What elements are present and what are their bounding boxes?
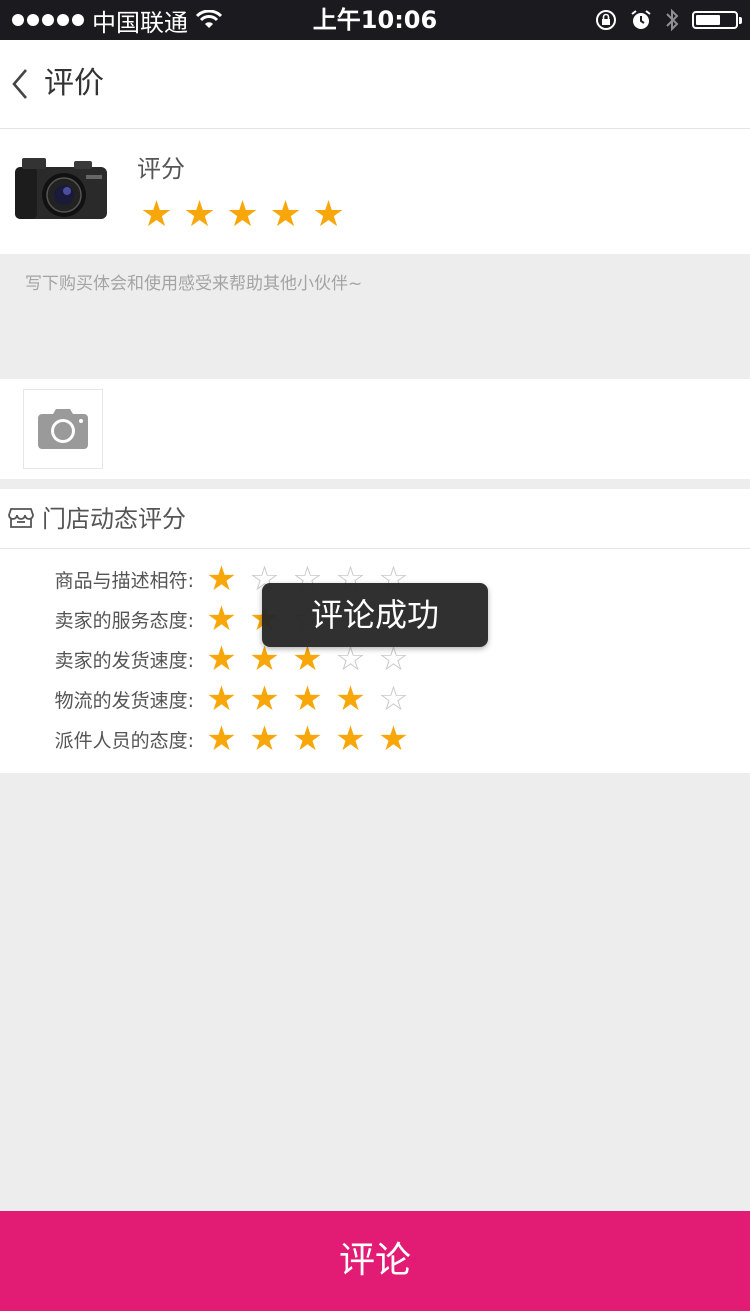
product-star-rating[interactable]: ★ ★ ★ ★ ★ <box>135 193 350 237</box>
status-right <box>594 0 742 40</box>
store-star-1-filled-icon[interactable]: ★ <box>200 719 243 759</box>
store-star-1-filled-icon[interactable]: ★ <box>200 639 243 679</box>
store-star-5-filled-icon[interactable]: ★ <box>372 719 415 759</box>
store-star-4-filled-icon[interactable]: ★ <box>329 719 372 759</box>
store-rating-stars[interactable]: ★ ★ ★ ★ ☆ <box>200 679 415 719</box>
product-star-2-filled-icon[interactable]: ★ <box>178 193 221 237</box>
store-star-2-filled-icon[interactable]: ★ <box>243 679 286 719</box>
product-star-3-filled-icon[interactable]: ★ <box>221 193 264 237</box>
rating-label: 评分 <box>137 155 185 183</box>
alarm-icon <box>631 10 651 29</box>
store-rating-header: 门店动态评分 <box>0 489 750 549</box>
store-rating-label: 派件人员的态度: <box>54 729 194 752</box>
store-star-1-filled-icon[interactable]: ★ <box>200 679 243 719</box>
battery-level <box>696 15 720 25</box>
store-star-1-filled-icon[interactable]: ★ <box>200 559 243 599</box>
store-rating-row: 物流的发货速度: ★ ★ ★ ★ ☆ <box>0 679 750 719</box>
product-star-1-filled-icon[interactable]: ★ <box>135 193 178 237</box>
orientation-lock-icon <box>596 10 616 30</box>
back-button[interactable] <box>0 40 40 128</box>
store-rating-label: 卖家的服务态度: <box>54 609 194 632</box>
store-rating-label: 物流的发货速度: <box>54 689 194 712</box>
bluetooth-icon <box>666 8 679 32</box>
store-star-3-filled-icon[interactable]: ★ <box>286 679 329 719</box>
camera-icon <box>38 409 88 449</box>
store-star-4-filled-icon[interactable]: ★ <box>329 679 372 719</box>
store-star-2-filled-icon[interactable]: ★ <box>243 719 286 759</box>
product-star-5-filled-icon[interactable]: ★ <box>307 193 350 237</box>
store-rating-label: 卖家的发货速度: <box>54 649 194 672</box>
battery-icon <box>692 11 742 29</box>
success-toast: 评论成功 <box>262 583 488 647</box>
navigation-bar: 评价 <box>0 40 750 129</box>
store-star-1-filled-icon[interactable]: ★ <box>200 599 243 639</box>
chevron-left-icon <box>12 69 27 99</box>
store-star-3-filled-icon[interactable]: ★ <box>286 719 329 759</box>
store-rating-title: 门店动态评分 <box>42 505 186 533</box>
product-image <box>15 158 107 219</box>
page-title: 评价 <box>44 66 104 101</box>
product-rating-section: 评分 ★ ★ ★ ★ ★ <box>0 129 750 254</box>
photo-upload-section <box>0 379 750 479</box>
status-bar: 中国联通 上午10:06 <box>0 0 750 40</box>
store-rating-row: 派件人员的态度: ★ ★ ★ ★ ★ <box>0 719 750 759</box>
store-icon <box>8 508 34 528</box>
store-rating-label: 商品与描述相符: <box>54 569 194 592</box>
submit-review-button[interactable]: 评论 <box>0 1211 750 1311</box>
review-textarea[interactable] <box>0 254 750 378</box>
product-star-4-filled-icon[interactable]: ★ <box>264 193 307 237</box>
store-rating-stars[interactable]: ★ ★ ★ ★ ★ <box>200 719 415 759</box>
store-star-5-empty-icon[interactable]: ☆ <box>372 679 415 719</box>
add-photo-button[interactable] <box>23 389 103 469</box>
review-text-section <box>0 254 750 378</box>
